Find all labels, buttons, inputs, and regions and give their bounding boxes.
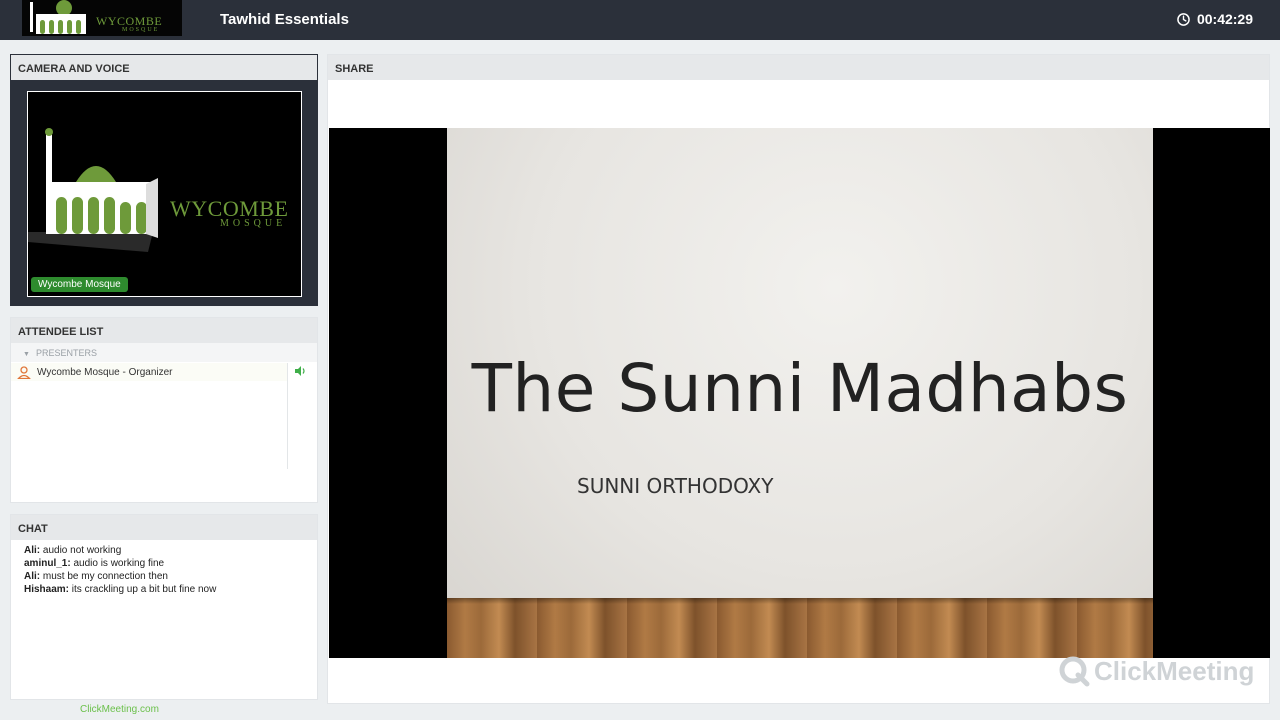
group-label: PRESENTERS xyxy=(35,348,97,358)
user-icon xyxy=(17,365,31,379)
attendee-panel-header: ATTENDEE LIST xyxy=(11,318,317,343)
chat-message: aminul_1: audio is working fine xyxy=(24,557,317,570)
event-title: Tawhid Essentials xyxy=(220,11,349,28)
chat-author: Ali: xyxy=(24,545,41,556)
logo-subtext: MOSQUE xyxy=(122,27,160,33)
clickmeeting-logo-icon xyxy=(1059,656,1090,687)
chat-text: audio not working xyxy=(42,545,122,556)
camera-panel: CAMERA AND VOICE WYCOMBE MOSQUE Wycombe … xyxy=(10,54,318,306)
attendee-panel: ATTENDEE LIST ▼ PRESENTERS Wycombe Mosque… xyxy=(10,317,318,503)
slide-title: The Sunni Madhabs xyxy=(471,350,1129,427)
watermark-text: ClickMeeting xyxy=(1094,655,1255,686)
chat-author: Ali: xyxy=(24,571,41,582)
chat-author: aminul_1: xyxy=(24,558,71,569)
attendee-name: Wycombe Mosque - Organizer xyxy=(37,366,173,378)
chat-text: audio is working fine xyxy=(73,558,165,569)
slide-subtitle: SUNNI ORTHODOXY xyxy=(577,474,774,498)
clickmeeting-watermark: ClickMeeting xyxy=(1058,655,1254,687)
clock-icon xyxy=(1177,12,1190,26)
camera-panel-header: CAMERA AND VOICE xyxy=(11,55,317,80)
chat-panel-header: CHAT xyxy=(11,515,317,540)
attendee-row[interactable]: Wycombe Mosque - Organizer xyxy=(11,363,287,381)
share-panel: SHARE The Sunni Madhabs SUNNI ORTHODOXY … xyxy=(327,54,1270,704)
top-bar: WYCOMBE MOSQUE Tawhid Essentials 00:42:2… xyxy=(0,0,1280,40)
presenters-group[interactable]: ▼ PRESENTERS xyxy=(11,343,317,362)
mosque-video-icon xyxy=(28,128,158,252)
chat-text: must be my connection then xyxy=(42,571,168,582)
chat-messages: Ali: audio not working aminul_1: audio i… xyxy=(11,540,317,596)
speaker-icon[interactable] xyxy=(295,366,307,376)
camera-name-badge: Wycombe Mosque xyxy=(31,277,128,292)
session-timer: 00:42:29 xyxy=(1177,11,1253,27)
mosque-logo: WYCOMBE MOSQUE xyxy=(22,0,182,36)
share-panel-header: SHARE xyxy=(328,55,1269,80)
chat-message: Ali: must be my connection then xyxy=(24,570,317,583)
attendee-list: Wycombe Mosque - Organizer xyxy=(11,363,288,469)
timer-value: 00:42:29 xyxy=(1196,11,1253,27)
clickmeeting-link[interactable]: ClickMeeting.com xyxy=(80,704,159,715)
chat-message: Ali: audio not working xyxy=(24,544,317,557)
caret-down-icon: ▼ xyxy=(23,351,30,358)
presentation-slide: The Sunni Madhabs SUNNI ORTHODOXY xyxy=(447,128,1153,658)
shared-screen[interactable]: The Sunni Madhabs SUNNI ORTHODOXY xyxy=(329,128,1270,658)
camera-video[interactable]: WYCOMBE MOSQUE Wycombe Mosque xyxy=(27,91,302,297)
video-logo-subtext: MOSQUE xyxy=(220,218,287,229)
chat-message: Hishaam: its crackling up a bit but fine… xyxy=(24,583,317,596)
chat-text: its crackling up a bit but fine now xyxy=(71,584,217,595)
chat-panel: CHAT Ali: audio not working aminul_1: au… xyxy=(10,514,318,700)
slide-wood-floor xyxy=(447,598,1153,658)
chat-author: Hishaam: xyxy=(24,584,70,595)
